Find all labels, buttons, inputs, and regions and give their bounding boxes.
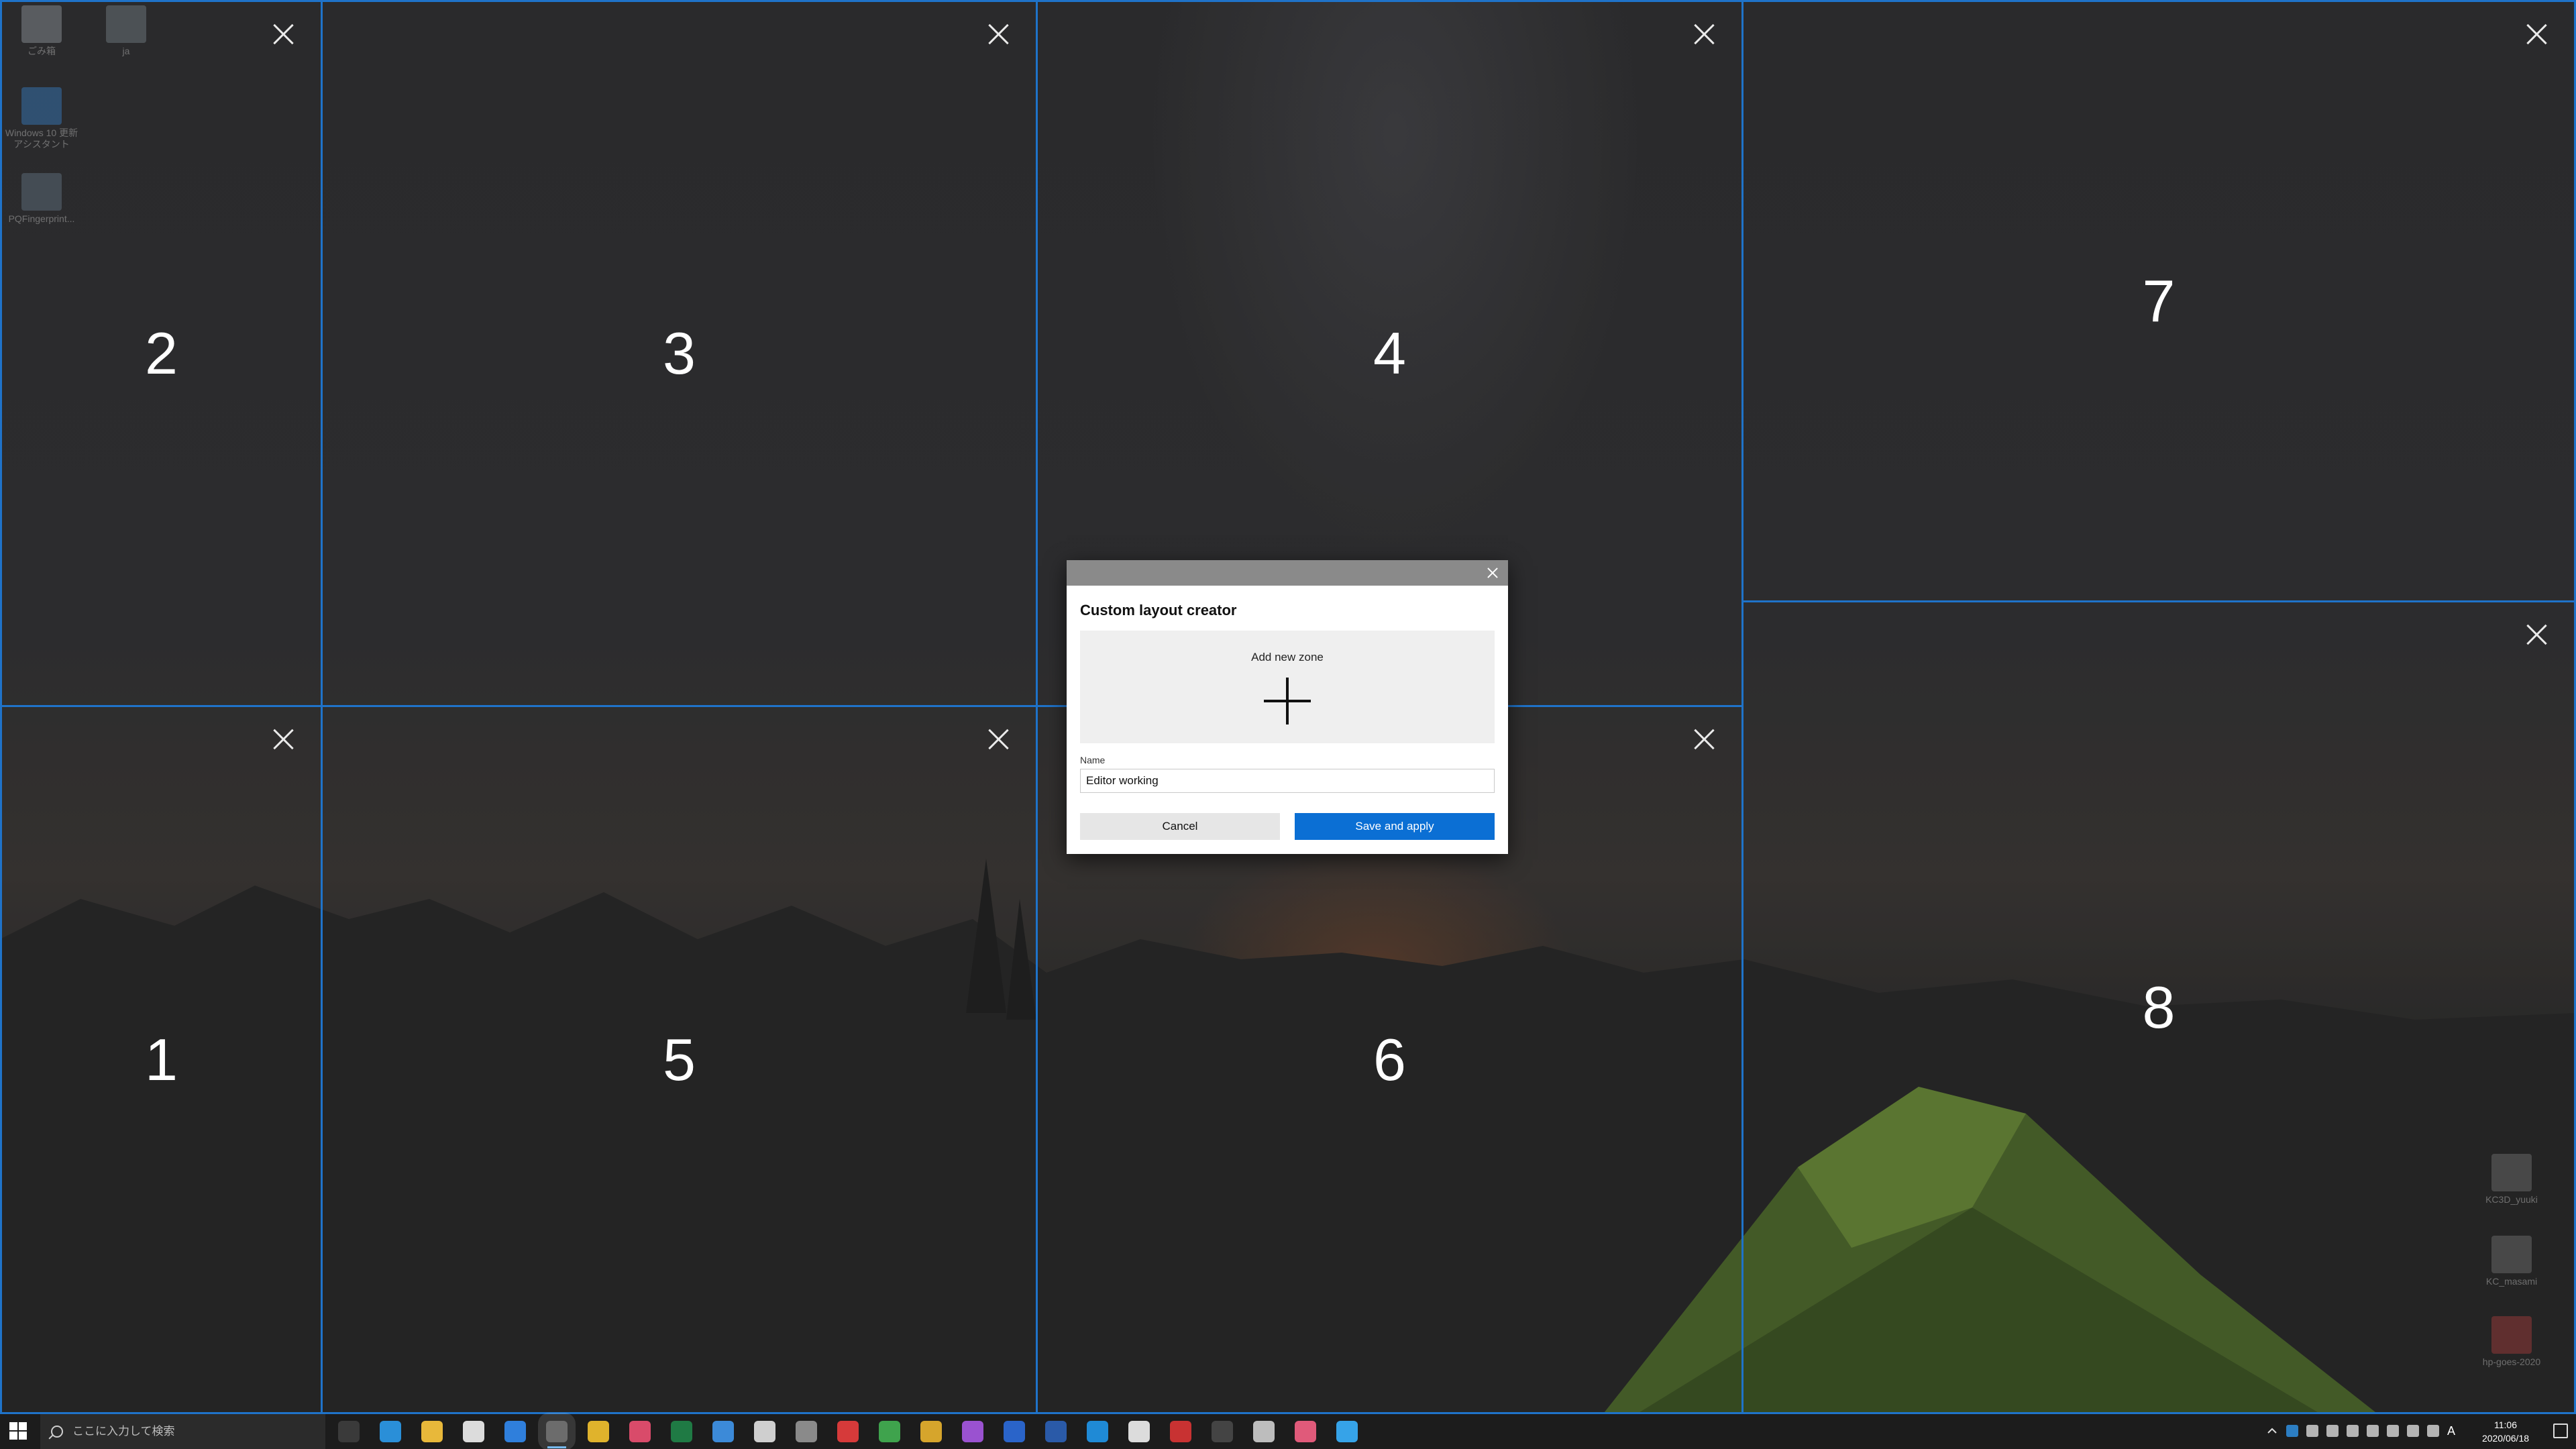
app-icon-1[interactable]	[712, 1421, 734, 1442]
zone-close-icon[interactable]	[983, 19, 1013, 49]
zone-close-icon[interactable]	[2522, 19, 2551, 49]
desktop-background: ごみ箱 ja Windows 10 更新アシスタント PQFingerprint…	[0, 0, 2576, 1414]
zone-number: 6	[1373, 1026, 1406, 1093]
save-and-apply-button[interactable]: Save and apply	[1295, 813, 1495, 840]
chrome-icon-3[interactable]	[920, 1421, 942, 1442]
taskbar: ここに入力して検索 A 11:06 2020/06/18	[0, 1414, 2576, 1449]
app-icon-3[interactable]	[796, 1421, 817, 1442]
terminal-icon[interactable]	[1212, 1421, 1233, 1442]
zone-2[interactable]: 2	[0, 0, 323, 707]
zone-number: 8	[2142, 973, 2176, 1040]
taskbar-search-box[interactable]: ここに入力して検索	[40, 1414, 325, 1449]
windows-logo-icon	[19, 1432, 27, 1440]
custom-layout-dialog: Custom layout creator Add new zone Name …	[1067, 560, 1508, 854]
store-icon[interactable]	[463, 1421, 484, 1442]
dialog-title: Custom layout creator	[1080, 602, 1237, 619]
add-new-zone-label: Add new zone	[1251, 651, 1324, 663]
dropbox-icon[interactable]	[2367, 1425, 2379, 1437]
zone-close-icon[interactable]	[2522, 620, 2551, 649]
tray-app-icon[interactable]	[2347, 1425, 2359, 1437]
clock-time: 11:06	[2494, 1419, 2517, 1430]
search-placeholder: ここに入力して検索	[72, 1425, 175, 1438]
dialog-titlebar[interactable]	[1067, 560, 1508, 586]
zone-7[interactable]: 7	[1741, 0, 2576, 602]
ime-indicator[interactable]: A	[2447, 1425, 2459, 1437]
start-button[interactable]	[9, 1422, 28, 1441]
powertoys-icon[interactable]	[1336, 1421, 1358, 1442]
zone-close-icon[interactable]	[268, 724, 298, 754]
pen-icon[interactable]	[2427, 1425, 2439, 1437]
onedrive-icon[interactable]	[2286, 1425, 2298, 1437]
taskbar-clock[interactable]: 11:06 2020/06/18	[2469, 1418, 2542, 1445]
zone-number: 4	[1373, 320, 1406, 386]
search-icon	[51, 1426, 63, 1438]
zone-1[interactable]: 1	[0, 705, 323, 1414]
add-new-zone-button[interactable]: Add new zone	[1080, 631, 1495, 743]
app-active-icon[interactable]	[546, 1421, 568, 1448]
chevron-up-icon[interactable]	[2266, 1425, 2278, 1437]
zone-5[interactable]: 5	[321, 705, 1038, 1414]
notification-center-icon[interactable]	[2553, 1424, 2568, 1438]
zone-close-icon[interactable]	[268, 19, 298, 49]
volume-icon[interactable]	[2407, 1425, 2419, 1437]
zone-close-icon[interactable]	[983, 724, 1013, 754]
excel-icon[interactable]	[671, 1421, 692, 1442]
app-icon-2[interactable]	[754, 1421, 775, 1442]
app-icon-4[interactable]	[1128, 1421, 1150, 1442]
network-icon[interactable]	[2387, 1425, 2399, 1437]
vscode-icon[interactable]	[1087, 1421, 1108, 1442]
dialog-close-icon[interactable]	[1484, 564, 1501, 582]
windows-logo-icon	[19, 1422, 27, 1430]
app-icon-5[interactable]	[1170, 1421, 1191, 1442]
clock-date: 2020/06/18	[2481, 1433, 2530, 1444]
zone-3[interactable]: 3	[321, 0, 1038, 707]
zone-number: 3	[663, 320, 696, 386]
windows-logo-icon	[9, 1422, 17, 1430]
cancel-button[interactable]: Cancel	[1080, 813, 1280, 840]
zone-close-icon[interactable]	[1689, 724, 1719, 754]
zone-number: 2	[145, 320, 178, 386]
edge-icon[interactable]	[380, 1421, 401, 1442]
zone-8[interactable]: 8	[1741, 600, 2576, 1414]
maps-icon[interactable]	[504, 1421, 526, 1442]
onedrive-personal-icon[interactable]	[2306, 1425, 2318, 1437]
github-icon[interactable]	[962, 1421, 983, 1442]
powershell-icon[interactable]	[1045, 1421, 1067, 1442]
name-field-label: Name	[1080, 755, 1106, 765]
task-view-icon[interactable]	[338, 1421, 360, 1442]
layout-name-input[interactable]: Editor working	[1080, 769, 1495, 793]
zone-number: 7	[2142, 268, 2176, 334]
app-icon-7[interactable]	[1295, 1421, 1316, 1442]
app-icon-6[interactable]	[1253, 1421, 1275, 1442]
file-explorer-icon[interactable]	[421, 1421, 443, 1442]
zone-number: 1	[145, 1026, 178, 1093]
slack-icon[interactable]	[629, 1421, 651, 1442]
zone-close-icon[interactable]	[1689, 19, 1719, 49]
chrome-icon-2[interactable]	[879, 1421, 900, 1442]
1password-icon[interactable]	[1004, 1421, 1025, 1442]
windows-logo-icon	[9, 1432, 17, 1440]
plus-icon	[1264, 678, 1311, 724]
chrome-icon[interactable]	[588, 1421, 609, 1442]
vivaldi-icon[interactable]	[837, 1421, 859, 1442]
cloud-icon[interactable]	[2326, 1425, 2339, 1437]
zone-number: 5	[663, 1026, 696, 1093]
